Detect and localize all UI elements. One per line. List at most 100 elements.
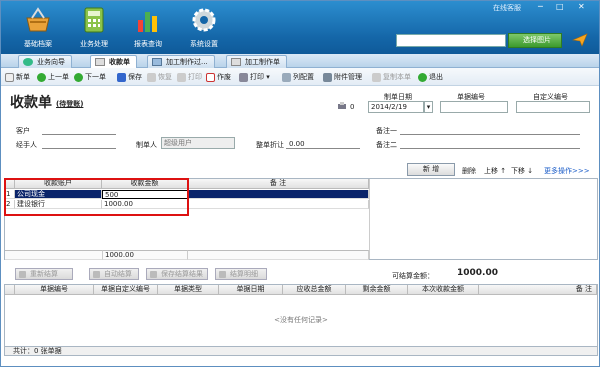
- page-title: 收款单: [10, 95, 52, 111]
- new-button[interactable]: 新单: [5, 72, 30, 83]
- tab-processing-order[interactable]: 加工制作单: [226, 55, 287, 68]
- column-header[interactable]: 备 注: [479, 285, 597, 295]
- nav-settings[interactable]: 系统设置: [176, 6, 232, 52]
- save-button[interactable]: 保存: [117, 72, 142, 83]
- toolbar-label: 列配置: [293, 73, 314, 81]
- toolbar-label: 打印 ▾: [250, 73, 270, 81]
- note2-label: 备注二: [376, 141, 397, 149]
- handler-input[interactable]: [42, 148, 116, 149]
- restore-button[interactable]: 恢复: [147, 72, 172, 83]
- note-cell[interactable]: [188, 190, 369, 199]
- button-label: 自动结算: [104, 270, 132, 278]
- auto-settle-button[interactable]: 自动结算: [89, 268, 139, 280]
- exit-button[interactable]: 退出: [418, 72, 443, 83]
- tab-bar: 业务向导 收款单 加工制作过... 加工制作单: [0, 54, 600, 68]
- close-icon[interactable]: ✕: [578, 2, 585, 11]
- previous-button[interactable]: 上一单: [37, 72, 69, 83]
- add-row-button[interactable]: 新 增: [407, 163, 455, 176]
- date-field[interactable]: 2014/2/19: [368, 101, 424, 113]
- toolbar: 新单 上一单 下一单 保存 恢复 打印 作废 打印 ▾ 列配置 附件管理 复制本…: [0, 68, 600, 86]
- image-path-field[interactable]: [396, 34, 506, 47]
- auto-settle-icon: [93, 271, 100, 278]
- column-header[interactable]: 单据编号: [15, 285, 94, 295]
- date-picker-button[interactable]: ▾: [424, 101, 433, 113]
- nav-business[interactable]: 业务处理: [66, 6, 122, 52]
- paper-plane-icon[interactable]: [572, 33, 588, 47]
- date-value: 2014/2/19: [371, 103, 407, 111]
- note-cell[interactable]: [188, 200, 369, 209]
- custom-no-field[interactable]: [516, 101, 590, 113]
- column-header[interactable]: 应收总金额: [283, 285, 346, 295]
- void-button[interactable]: 作废: [206, 72, 231, 83]
- maximize-icon[interactable]: □: [556, 2, 564, 11]
- toolbar-label: 上一单: [48, 73, 69, 81]
- doc-no-field[interactable]: [440, 101, 508, 113]
- column-header[interactable]: 单据自定义编号: [94, 285, 158, 295]
- detail-icon: [219, 271, 226, 278]
- amount-total: 1000.00: [102, 250, 188, 260]
- column-header[interactable]: 剩余金额: [346, 285, 408, 295]
- void-icon: [206, 73, 215, 82]
- toolbar-label: 恢复: [158, 73, 172, 81]
- save-icon: [117, 73, 126, 82]
- print-disabled-button[interactable]: 打印: [177, 72, 202, 83]
- settle-detail-button[interactable]: 结算明细: [215, 268, 267, 280]
- maker-value: 超级用户: [164, 139, 192, 147]
- note2-input[interactable]: [400, 148, 580, 149]
- status-badge: (待登账): [56, 100, 84, 108]
- grid-divider: [369, 179, 370, 259]
- move-up-link[interactable]: 上移 ↑: [484, 166, 506, 176]
- column-header[interactable]: 本次收款金额: [408, 285, 479, 295]
- button-label: 保存结算结果: [161, 270, 203, 278]
- print-menu-button[interactable]: 打印 ▾: [239, 72, 270, 83]
- nav-reports[interactable]: 报表查询: [120, 6, 176, 52]
- move-down-link[interactable]: 下移 ↓: [511, 166, 533, 176]
- next-button[interactable]: 下一单: [74, 72, 106, 83]
- status-bar: 共计：0 张单据: [4, 346, 598, 356]
- toolbar-label: 复制本单: [383, 73, 411, 81]
- save-settle-button[interactable]: 保存结算结果: [146, 268, 208, 280]
- settle-amount-value: 1000.00: [457, 268, 498, 278]
- button-label: 结算明细: [230, 270, 258, 278]
- arrow-right-icon: [74, 73, 83, 82]
- choose-image-label: 选择图片: [523, 36, 551, 44]
- online-service-link[interactable]: 在线客服: [493, 3, 521, 13]
- more-actions-link[interactable]: 更多操作>>>: [544, 166, 590, 176]
- customer-input[interactable]: [42, 134, 116, 135]
- tab-label: 业务向导: [37, 58, 65, 66]
- top-navigation-bar: 基础档案 业务处理 报表查询 系统设置 在线客服 ─ □ ✕ 选择图片: [0, 0, 600, 54]
- restore-icon: [147, 73, 156, 82]
- tab-business-guide[interactable]: 业务向导: [18, 55, 72, 68]
- copy-doc-button[interactable]: 复制本单: [372, 72, 411, 83]
- note1-input[interactable]: [400, 134, 580, 135]
- toolbar-label: 附件管理: [334, 73, 362, 81]
- doc-count: 共计：0 张单据: [13, 347, 62, 355]
- customer-label: 客户: [16, 127, 30, 135]
- column-header[interactable]: 单据日期: [219, 285, 283, 295]
- attachment-button[interactable]: 附件管理: [323, 72, 362, 83]
- columns-icon: [282, 73, 291, 82]
- paperclip-icon: [323, 73, 332, 82]
- highlight-box: [4, 178, 189, 216]
- settle-amount-label: 可结算金额：: [392, 272, 434, 280]
- new-doc-icon: [5, 73, 14, 82]
- button-label: 重新结算: [30, 270, 58, 278]
- choose-image-button[interactable]: 选择图片: [508, 33, 562, 48]
- document-icon: [95, 58, 105, 66]
- tab-receipt[interactable]: 收款单: [90, 55, 137, 68]
- column-header[interactable]: 单据类型: [158, 285, 219, 295]
- tab-processing-detail[interactable]: 加工制作过...: [147, 55, 215, 68]
- copy-icon: [372, 73, 381, 82]
- nav-label: 基础档案: [24, 40, 52, 48]
- discount-value[interactable]: 0.00: [289, 140, 305, 148]
- column-header[interactable]: 备 注: [188, 179, 369, 189]
- column-config-button[interactable]: 列配置: [282, 72, 314, 83]
- guide-icon: [23, 58, 33, 66]
- toolbar-label: 新单: [16, 73, 30, 81]
- resettle-button[interactable]: 重新结算: [15, 268, 73, 280]
- delete-row-link[interactable]: 删除: [462, 166, 476, 176]
- nav-basic-archives[interactable]: 基础档案: [10, 6, 66, 52]
- nav-label: 系统设置: [190, 40, 218, 48]
- discount-input[interactable]: [286, 148, 360, 149]
- minimize-icon[interactable]: ─: [538, 2, 543, 11]
